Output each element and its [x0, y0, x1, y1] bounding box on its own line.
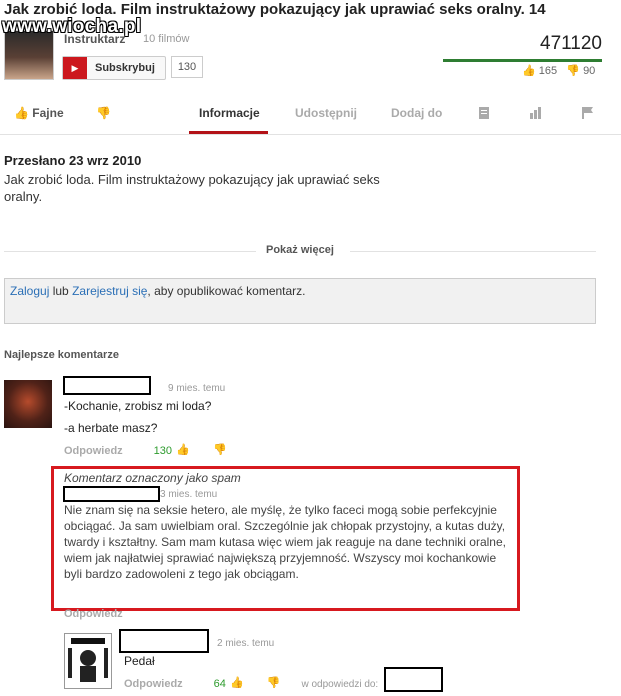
flag-icon[interactable] — [581, 106, 595, 123]
like-button[interactable]: 👍 Fajne — [14, 106, 64, 120]
comment-actions: Odpowiedz 130 👍 👎 — [64, 441, 227, 459]
videos-count: 10 filmów — [143, 33, 190, 45]
login-prompt: Zaloguj lub Zarejestruj się, aby opublik… — [10, 284, 306, 298]
transcript-icon[interactable] — [477, 106, 491, 123]
upload-date: Przesłano 23 wrz 2010 — [4, 153, 142, 168]
reply-button[interactable]: Odpowiedz — [64, 608, 123, 620]
comment-text: Pedał — [124, 654, 155, 668]
like-dislike-counts: 👍 165 👎 90 — [522, 64, 595, 77]
reply-button[interactable]: Odpowiedz — [124, 678, 183, 690]
thumb-down-icon: 👎 — [96, 106, 111, 120]
tab-informacje[interactable]: Informacje — [199, 106, 260, 120]
thumb-up-icon[interactable]: 👍 — [176, 443, 190, 456]
show-more-button[interactable]: Pokaż więcej — [266, 244, 334, 256]
divider — [0, 134, 621, 135]
redacted-username — [384, 667, 443, 692]
redacted-username — [63, 376, 151, 395]
tab-dodaj-do[interactable]: Dodaj do — [391, 106, 442, 120]
dislike-button[interactable]: 👎 — [96, 106, 111, 120]
subscriber-count: 130 — [171, 56, 203, 78]
divider — [4, 251, 256, 252]
like-ratio-bar — [443, 59, 602, 62]
stats-icon[interactable] — [529, 106, 543, 123]
comment-text: -Kochanie, zrobisz mi loda? — [64, 399, 212, 413]
avatar[interactable] — [4, 380, 52, 428]
comment-likes: 130 — [153, 445, 172, 457]
thumb-down-icon[interactable]: 👎 — [213, 443, 227, 456]
view-count: 471120 — [540, 33, 602, 54]
redacted-username — [119, 629, 209, 653]
login-link[interactable]: Zaloguj — [10, 284, 49, 298]
divider — [350, 251, 596, 252]
spam-label: Komentarz oznaczony jako spam — [64, 471, 241, 485]
comment-actions: Odpowiedz 64 👍 👎 w odpowiedzi do: — [124, 674, 378, 692]
reply-button[interactable]: Odpowiedz — [64, 445, 123, 457]
youtube-icon: ▶ — [63, 57, 87, 79]
login-rest-text: , aby opublikować komentarz. — [147, 284, 306, 298]
redacted-username — [63, 486, 160, 502]
thumb-up-icon: 👍 — [14, 106, 29, 120]
thumb-down-icon: 👎 — [566, 65, 580, 77]
comment-text: -a herbate masz? — [64, 421, 158, 435]
subscribe-label: Subskrybuj — [95, 62, 155, 74]
like-label: Fajne — [32, 106, 64, 120]
in-reply-to: w odpowiedzi do: — [301, 679, 379, 690]
action-bar: 👍 Fajne 👎 Informacje Udostępnij Dodaj do — [0, 96, 621, 134]
comments-heading: Najlepsze komentarze — [4, 349, 119, 361]
tab-udostepnij[interactable]: Udostępnij — [295, 106, 357, 120]
comment-time: 2 mies. temu — [217, 638, 275, 649]
comment-text: Nie znam się na seksie hetero, ale myślę… — [64, 503, 506, 581]
thumb-up-icon: 👍 — [522, 65, 536, 77]
like-count: 165 — [538, 65, 558, 77]
comment-likes: 64 — [213, 678, 226, 690]
register-link[interactable]: Zarejestruj się — [72, 284, 147, 298]
or-text: lub — [52, 284, 69, 298]
avatar[interactable] — [64, 633, 112, 689]
comment-time: 3 mies. temu — [160, 489, 218, 500]
subscribe-button[interactable]: ▶ Subskrybuj — [62, 56, 166, 80]
dislike-count: 90 — [583, 65, 596, 77]
description-text: Jak zrobić loda. Film instruktażowy poka… — [4, 172, 380, 204]
thumb-up-icon[interactable]: 👍 — [230, 676, 244, 689]
comment-time: 9 mies. temu — [168, 383, 226, 394]
channel-name[interactable]: Instruktarz — [64, 32, 125, 46]
thumb-down-icon[interactable]: 👎 — [267, 676, 281, 689]
